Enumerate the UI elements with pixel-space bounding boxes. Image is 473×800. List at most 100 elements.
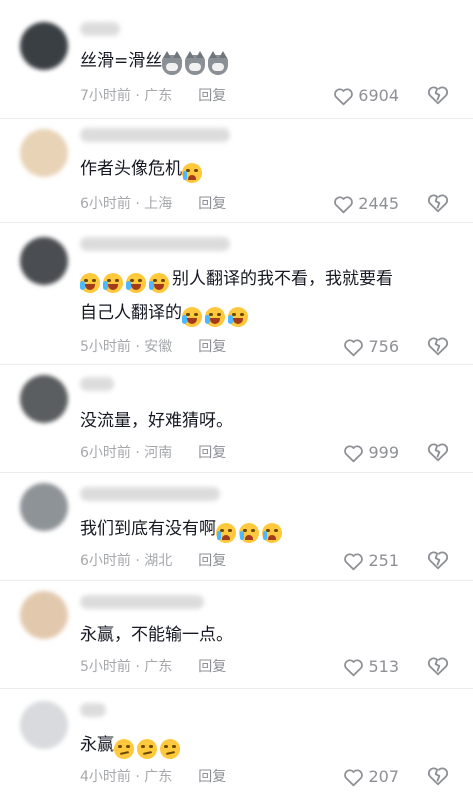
laugh-cry-emoji-icon	[103, 273, 123, 293]
dislike-button[interactable]	[427, 549, 449, 571]
comment-time: 5小时前	[80, 339, 131, 355]
comment-item: 别人翻译的我不看，我就要看 自己人翻译的 5小时前 · 安徽 回复 756	[0, 222, 473, 364]
comment-text-content: 自己人翻译的	[80, 303, 182, 323]
comment-text-content: 永赢，不能输一点。	[80, 625, 233, 645]
comment-text-content: 我们到底有没有啊	[80, 519, 216, 539]
comment-text: 我们到底有没有啊	[80, 513, 453, 550]
username-blurred[interactable]	[80, 487, 220, 501]
broken-heart-icon	[427, 86, 449, 105]
heart-icon	[344, 339, 364, 357]
username-blurred[interactable]	[80, 237, 230, 251]
crying-emoji-icon	[182, 163, 202, 183]
reply-button[interactable]: 回复	[198, 88, 226, 104]
broken-heart-icon	[427, 657, 449, 676]
comment-meta: 6小时前 · 湖北 回复	[80, 551, 226, 571]
meta-separator: ·	[130, 339, 145, 355]
crying-emoji-icon	[216, 523, 236, 543]
like-button[interactable]: 251	[343, 550, 399, 572]
meta-separator: ·	[130, 196, 145, 212]
username-blurred[interactable]	[80, 377, 114, 391]
laugh-cry-emoji-icon	[80, 273, 100, 293]
like-count: 251	[368, 551, 399, 570]
username-blurred[interactable]	[80, 703, 106, 717]
laugh-cry-emoji-icon	[149, 273, 169, 293]
comment-meta: 7小时前 · 广东 回复	[80, 86, 226, 106]
comment-text-content: 丝滑=滑丝	[80, 51, 163, 71]
dislike-button[interactable]	[427, 655, 449, 677]
comment-time: 5小时前	[80, 659, 131, 675]
smirk-emoji-icon	[137, 739, 157, 759]
comment-item: 作者头像危机 6小时前 · 上海 回复 2445	[0, 118, 473, 222]
dislike-button[interactable]	[427, 765, 449, 787]
laugh-cry-emoji-icon	[228, 307, 248, 327]
avatar[interactable]	[20, 375, 68, 423]
reply-button[interactable]: 回复	[198, 769, 226, 785]
like-button[interactable]: 999	[343, 442, 399, 464]
reply-button[interactable]: 回复	[198, 445, 226, 461]
like-button[interactable]: 2445	[333, 193, 399, 215]
broken-heart-icon	[427, 337, 449, 356]
username-blurred[interactable]	[80, 595, 204, 609]
like-count: 756	[368, 337, 399, 356]
comment-time: 6小时前	[80, 553, 131, 569]
comment-meta: 6小时前 · 河南 回复	[80, 443, 226, 463]
broken-heart-icon	[427, 551, 449, 570]
comment-text-content: 没流量，好难猜呀。	[80, 411, 233, 431]
laugh-cry-emoji-icon	[205, 307, 225, 327]
avatar[interactable]	[20, 483, 68, 531]
meta-separator: ·	[130, 553, 145, 569]
avatar[interactable]	[20, 237, 68, 285]
comment-meta: 4小时前 · 广东 回复	[80, 767, 226, 787]
like-button[interactable]: 207	[343, 766, 399, 788]
username-blurred[interactable]	[80, 22, 120, 36]
comment-time: 4小时前	[80, 769, 131, 785]
comment-text: 永赢，不能输一点。	[80, 619, 453, 652]
emoji-group	[216, 517, 285, 550]
like-button[interactable]: 6904	[333, 85, 399, 107]
like-count: 999	[368, 443, 399, 462]
avatar[interactable]	[20, 701, 68, 749]
reply-button[interactable]: 回复	[198, 659, 226, 675]
comment-location: 广东	[144, 88, 173, 104]
heart-icon	[334, 196, 354, 214]
like-count: 6904	[358, 86, 399, 105]
avatar[interactable]	[20, 22, 68, 70]
heart-icon	[344, 445, 364, 463]
comment-location: 安徽	[144, 339, 173, 355]
comment-time: 6小时前	[80, 196, 131, 212]
dislike-button[interactable]	[427, 192, 449, 214]
emoji-group	[80, 267, 172, 300]
smirk-emoji-icon	[160, 739, 180, 759]
dislike-button[interactable]	[427, 441, 449, 463]
reply-button[interactable]: 回复	[198, 196, 226, 212]
heart-icon	[334, 88, 354, 106]
meta-separator: ·	[130, 769, 145, 785]
comment-item: 丝滑=滑丝 7小时前 · 广东 回复 6904	[0, 0, 473, 118]
like-button[interactable]: 756	[343, 336, 399, 358]
comment-location: 河南	[144, 445, 173, 461]
comment-text: 没流量，好难猜呀。	[80, 405, 453, 438]
avatar[interactable]	[20, 591, 68, 639]
emoji-group	[182, 157, 205, 190]
comment-text: 别人翻译的我不看，我就要看	[80, 263, 453, 300]
dislike-button[interactable]	[427, 84, 449, 106]
reply-button[interactable]: 回复	[198, 339, 226, 355]
meta-separator: ·	[130, 659, 145, 675]
wolf-emoji-icon	[162, 51, 183, 75]
avatar[interactable]	[20, 129, 68, 177]
dislike-button[interactable]	[427, 335, 449, 357]
comment-text: 永赢	[80, 729, 453, 766]
broken-heart-icon	[427, 443, 449, 462]
emoji-group	[114, 733, 183, 766]
reply-button[interactable]: 回复	[198, 553, 226, 569]
like-count: 2445	[358, 194, 399, 213]
like-button[interactable]: 513	[343, 656, 399, 678]
username-blurred[interactable]	[80, 128, 230, 142]
comment-text-content: 别人翻译的我不看，我就要看	[172, 269, 393, 289]
comment-meta: 5小时前 · 广东 回复	[80, 657, 226, 677]
comment-item: 永赢，不能输一点。 5小时前 · 广东 回复 513	[0, 580, 473, 688]
like-count: 207	[368, 767, 399, 786]
comment-location: 上海	[144, 196, 173, 212]
comment-text-content: 永赢	[80, 735, 114, 755]
comment-time: 7小时前	[80, 88, 131, 104]
